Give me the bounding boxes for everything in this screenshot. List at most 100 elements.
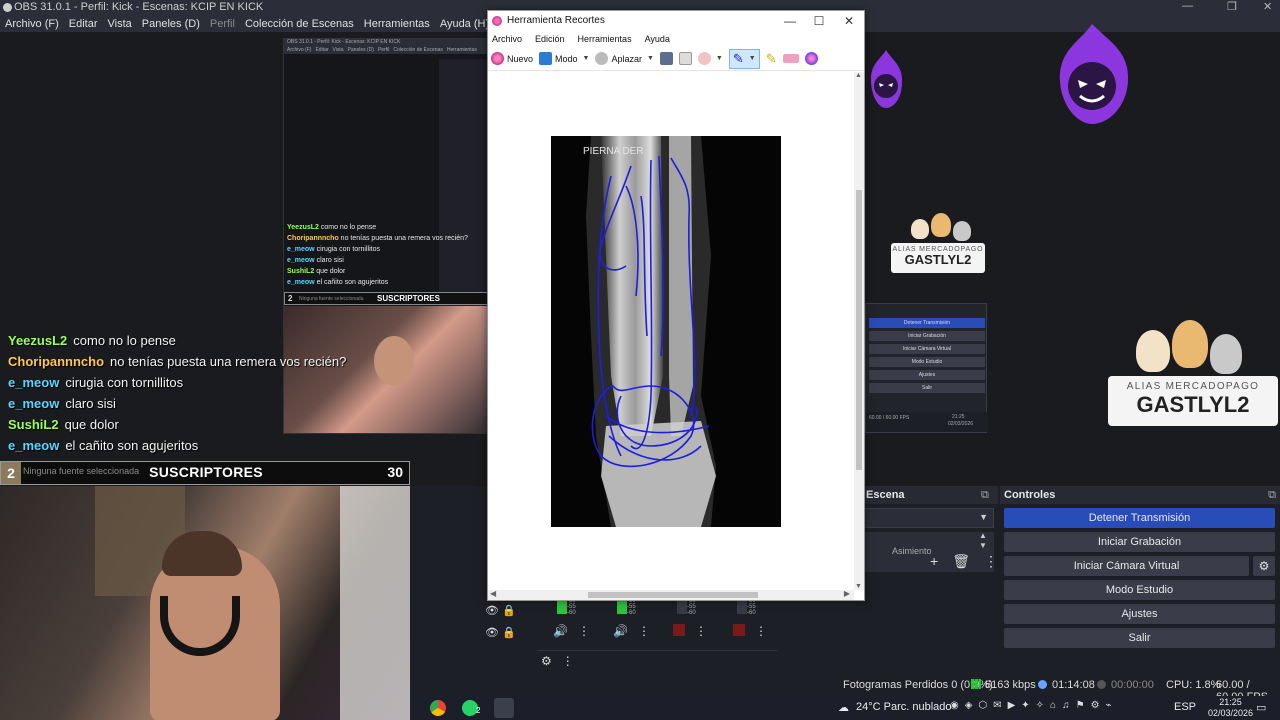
- exit-button[interactable]: Salir: [1004, 628, 1275, 648]
- menu-editar[interactable]: Editar: [69, 18, 98, 30]
- kebab-menu-icon[interactable]: ⋮: [578, 624, 590, 638]
- speaker-icon[interactable]: 🔊: [613, 624, 628, 638]
- nested-chat-user: e_meow: [287, 279, 315, 286]
- virtual-camera-settings-gear-icon[interactable]: ⚙: [1253, 556, 1275, 576]
- snip-maximize-button[interactable]: ☐: [804, 11, 834, 31]
- menu-archivo[interactable]: Archivo (F): [5, 18, 59, 30]
- taskbar-clock[interactable]: 21:25 02/03/2026: [1208, 697, 1253, 719]
- minimize-button[interactable]: —: [1182, 0, 1193, 12]
- menu-perfil[interactable]: Perfil: [210, 18, 235, 30]
- highlighter-button[interactable]: ✎: [766, 49, 777, 69]
- horizontal-scrollbar[interactable]: ◀ ▶: [488, 589, 854, 600]
- language-indicator[interactable]: ESP: [1174, 701, 1196, 713]
- menu-herramientas[interactable]: Herramientas: [364, 18, 430, 30]
- save-button[interactable]: [659, 49, 673, 69]
- add-icon[interactable]: +: [930, 553, 938, 570]
- vertical-scrollbar[interactable]: ▲ ▼: [854, 72, 864, 590]
- dock-float-icon[interactable]: ⧉: [981, 489, 989, 502]
- eye-icon[interactable]: 👁: [485, 627, 499, 639]
- chat-message: como no lo pense: [73, 333, 176, 348]
- studio-mode-button[interactable]: Modo Estudio: [1004, 580, 1275, 600]
- kebab-menu-icon[interactable]: ⋮: [695, 624, 707, 638]
- tray-icon[interactable]: ✧: [1036, 700, 1044, 711]
- scroll-right-icon[interactable]: ▶: [844, 589, 850, 598]
- delay-button[interactable]: Aplazar ▼: [595, 49, 654, 69]
- horizontal-scroll-thumb[interactable]: [588, 592, 758, 598]
- tray-icon[interactable]: ⚙: [1091, 700, 1100, 711]
- snip-menubar: Archivo Edición Herramientas Ayuda: [488, 31, 864, 47]
- pen-tool-button[interactable]: ✎ ▼: [728, 48, 760, 69]
- menu-paneles[interactable]: Paneles (D): [142, 18, 200, 30]
- tray-icon[interactable]: ✉: [993, 700, 1001, 711]
- snipping-tool-taskbar-icon[interactable]: [494, 698, 514, 718]
- weather-text[interactable]: 24°C Parc. nublado: [856, 701, 952, 713]
- close-button[interactable]: ✕: [1263, 0, 1272, 13]
- notification-icon[interactable]: ▭: [1256, 701, 1266, 714]
- tray-icon[interactable]: ✦: [1021, 700, 1029, 711]
- tray-icon[interactable]: ◈: [965, 700, 973, 711]
- tray-icon[interactable]: ▶: [1008, 700, 1016, 711]
- mode-button[interactable]: Modo ▼: [539, 49, 589, 69]
- snip-toolbar: Nuevo Modo ▼ Aplazar ▼ ▼ ✎ ▼ ✎: [488, 47, 864, 71]
- menu-ayuda[interactable]: Ayuda (H): [440, 18, 489, 30]
- tray-icon[interactable]: ◉: [950, 700, 959, 711]
- stop-streaming-button[interactable]: Detener Transmisión: [1004, 508, 1275, 528]
- clock-icon: [595, 52, 609, 65]
- nested-menu-item: Vista: [332, 47, 344, 53]
- speaker-icon[interactable]: 🔊: [553, 624, 568, 638]
- gear-icon[interactable]: ⚙: [541, 654, 552, 668]
- lock-icon[interactable]: 🔒: [502, 605, 516, 617]
- chat-message: el cañito son agujeritos: [65, 438, 199, 453]
- mercadopago-alias-mini: ALIAS MERCADOPAGO GASTLYL2: [891, 213, 985, 273]
- snip-minimize-button[interactable]: —: [775, 11, 805, 31]
- settings-button[interactable]: Ajustes: [1004, 604, 1275, 624]
- scene-dropdown[interactable]: ▼: [862, 508, 994, 528]
- maximize-button[interactable]: ❐: [1227, 0, 1237, 13]
- scroll-up-icon[interactable]: ▲: [855, 72, 862, 79]
- copy-button[interactable]: [678, 49, 692, 69]
- kebab-menu-icon[interactable]: ⋮: [638, 624, 650, 638]
- new-snip-button[interactable]: Nuevo: [491, 49, 533, 69]
- eraser-button[interactable]: [782, 49, 799, 69]
- scroll-left-icon[interactable]: ◀: [490, 589, 496, 598]
- tray-icon[interactable]: ♫: [1062, 700, 1070, 711]
- snip-canvas[interactable]: tdia (1): [488, 72, 854, 584]
- nested-menu-item: Editar: [315, 47, 329, 53]
- tray-icon[interactable]: ⬡: [978, 700, 987, 711]
- whatsapp-badge: 2: [476, 706, 481, 715]
- paint3d-button[interactable]: [804, 49, 818, 69]
- eye-icon[interactable]: 👁: [485, 605, 499, 617]
- start-recording-button[interactable]: Iniciar Grabación: [1004, 532, 1275, 552]
- scene-order-arrows[interactable]: ▲ ▼: [979, 531, 987, 551]
- snip-window-title: Herramienta Recortes: [507, 15, 605, 26]
- muted-icon[interactable]: [733, 624, 745, 636]
- tray-icon[interactable]: ⌂: [1050, 700, 1056, 711]
- shelf: [340, 486, 410, 720]
- nested-chat-user: e_meow: [287, 257, 315, 264]
- send-button[interactable]: ▼: [697, 49, 723, 69]
- lock-icon[interactable]: 🔒: [502, 627, 516, 639]
- tray-icon[interactable]: ⚑: [1076, 700, 1085, 711]
- subscribers-rank: 2: [1, 462, 21, 484]
- snip-close-button[interactable]: ✕: [834, 11, 864, 31]
- snip-menu-archivo[interactable]: Archivo: [492, 31, 522, 47]
- start-virtual-camera-button[interactable]: Iniciar Cámara Virtual: [1004, 556, 1249, 576]
- kebab-menu-icon[interactable]: ⋮: [755, 624, 767, 638]
- menu-vista[interactable]: Vista: [108, 18, 132, 30]
- menu-coleccion-escenas[interactable]: Colección de Escenas: [245, 18, 354, 30]
- subscribers-label: SUSCRIPTORES: [149, 464, 263, 480]
- kebab-menu-icon[interactable]: ⋮: [562, 654, 574, 668]
- rec-timer: 00:00:00: [1097, 679, 1154, 691]
- chrome-icon[interactable]: [430, 700, 446, 716]
- dock-float-icon[interactable]: ⧉: [1268, 486, 1276, 504]
- scroll-down-icon[interactable]: ▼: [855, 583, 862, 590]
- muted-icon[interactable]: [673, 624, 685, 636]
- snip-menu-edicion[interactable]: Edición: [535, 31, 565, 47]
- snip-menu-herramientas[interactable]: Herramientas: [578, 31, 632, 47]
- mixer-level-meter: [737, 600, 747, 614]
- trash-icon[interactable]: 🗑: [952, 553, 970, 570]
- tray-icon[interactable]: ⌁: [1106, 700, 1112, 711]
- vertical-scroll-thumb[interactable]: [856, 190, 862, 470]
- kebab-menu-icon[interactable]: ⋮: [984, 553, 998, 570]
- snip-menu-ayuda[interactable]: Ayuda: [645, 31, 670, 47]
